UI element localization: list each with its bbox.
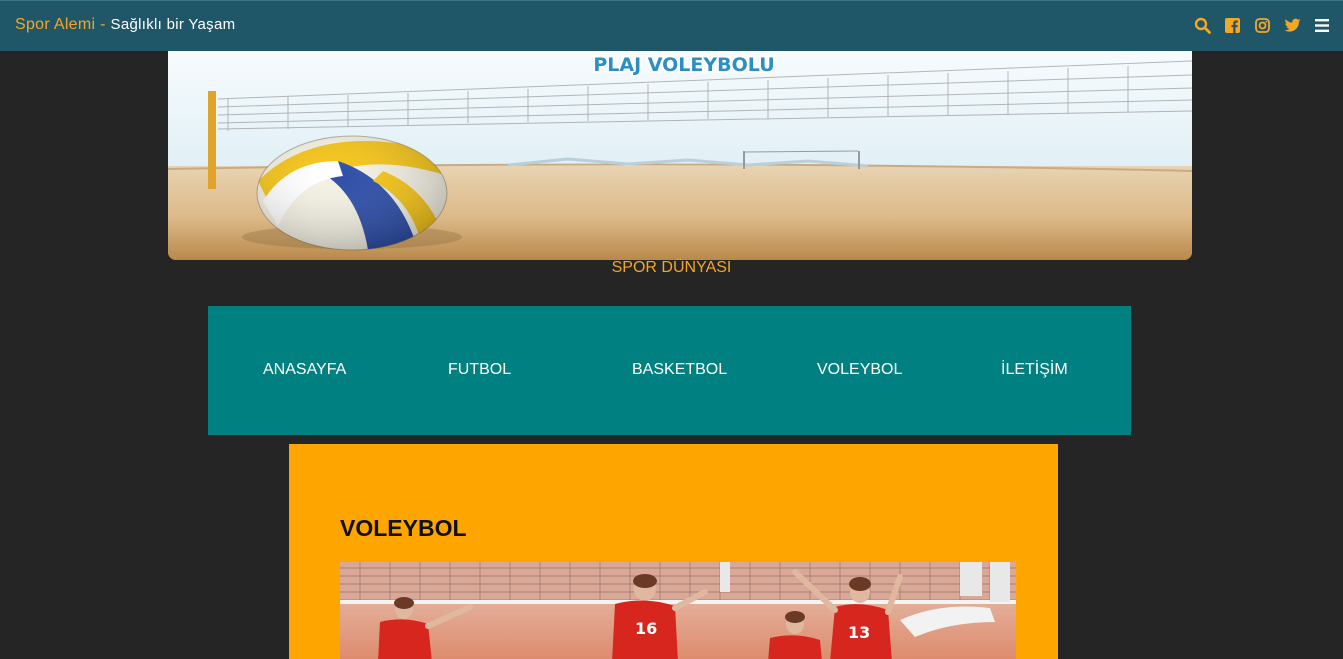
nav-item-iletisim[interactable]: İLETİŞİM: [1001, 361, 1068, 379]
svg-text:16: 16: [635, 619, 657, 638]
svg-text:13: 13: [848, 623, 870, 642]
search-icon[interactable]: [1193, 16, 1211, 34]
brand-name[interactable]: Spor Alemi: [15, 16, 95, 33]
svg-text:PLAJ VOLEYBOLU: PLAJ VOLEYBOLU: [593, 54, 774, 76]
top-navbar: Spor Alemi - Sağlıklı bir Yaşam: [0, 0, 1343, 51]
nav-item-basketbol[interactable]: BASKETBOL: [632, 361, 727, 379]
section-title: VOLEYBOL: [340, 515, 467, 541]
beach-volleyball-banner-image: PLAJ VOLEYBOLU PLAJ VOLEYBOLU: [168, 51, 1192, 260]
content-card: VOLEYBOL 16 13: [289, 444, 1058, 659]
brand[interactable]: Spor Alemi - Sağlıklı bir Yaşam: [15, 16, 235, 34]
main-nav: ANASAYFA FUTBOL BASKETBOL VOLEYBOL İLETİ…: [208, 306, 1131, 435]
brand-tagline: Sağlıklı bir Yaşam: [110, 16, 236, 33]
nav-item-voleybol[interactable]: VOLEYBOL: [817, 361, 902, 379]
hero-banner: PLAJ VOLEYBOLU PLAJ VOLEYBOLU: [168, 51, 1192, 260]
brand-separator: -: [100, 16, 106, 33]
nav-item-futbol[interactable]: FUTBOL: [448, 361, 511, 379]
menu-icon[interactable]: [1313, 16, 1331, 34]
instagram-icon[interactable]: [1253, 16, 1271, 34]
twitter-icon[interactable]: [1283, 16, 1301, 34]
nav-item-anasayfa[interactable]: ANASAYFA: [263, 361, 346, 379]
volleyball-team-photo: 16 13: [340, 562, 1016, 659]
banner-title: PLAJ VOLEYBOLU PLAJ VOLEYBOLU: [591, 52, 776, 78]
facebook-icon[interactable]: [1223, 16, 1241, 34]
header-icons: [1193, 16, 1331, 34]
site-subtitle: SPOR DÜNYASI: [611, 259, 732, 276]
